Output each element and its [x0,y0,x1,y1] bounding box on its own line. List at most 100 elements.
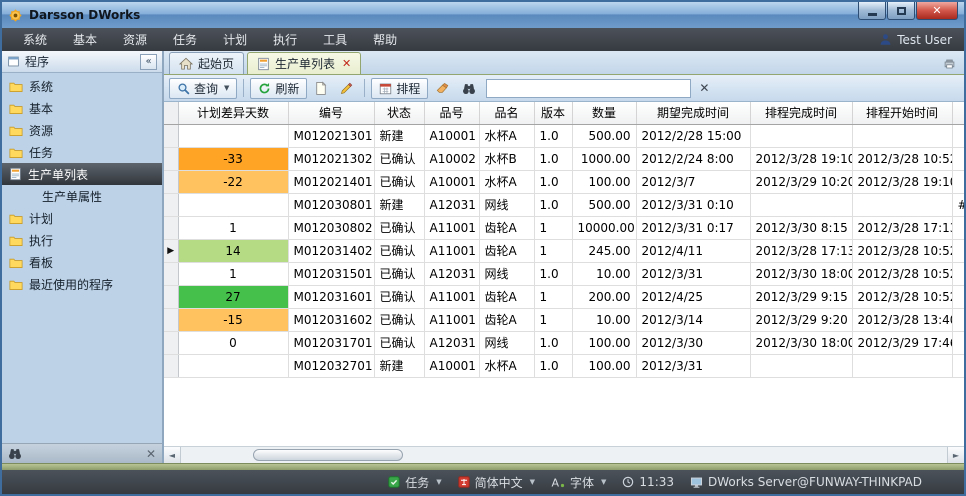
table-row[interactable]: ▶14M012031402已确认A11001齿轮A1245.002012/4/1… [164,239,964,262]
tab-inactive[interactable]: 起始页 [169,52,244,74]
cell-due-time: 2012/4/11 [636,239,750,262]
status-server: DWorks Server@FUNWAY-THINKPAD [690,475,922,489]
panel-pin-icon[interactable] [940,58,959,70]
sidebar-item[interactable]: 执行 [2,229,162,251]
row-selector-cell[interactable] [164,170,178,193]
row-selector-cell[interactable] [164,262,178,285]
eraser-button[interactable] [431,78,454,99]
filter-input[interactable] [486,79,691,98]
sidebar-item[interactable]: 基本 [2,97,162,119]
row-selector-cell[interactable] [164,124,178,147]
cell-qty: 100.00 [572,331,636,354]
menu-item[interactable]: 执行 [260,31,310,48]
menu-bar-items: 系统基本资源任务计划执行工具帮助 [10,28,410,51]
sidebar-clear-icon[interactable]: ✕ [146,447,156,461]
col-header-item-no[interactable]: 品号 [424,102,479,124]
scrollbar-track[interactable] [181,447,947,463]
refresh-icon [258,82,271,95]
table-header-row: 计划差异天数编号状态品号品名版本数量期望完成时间排程完成时间排程开始时间 [164,102,964,124]
sidebar-items: 系统基本资源任务生产单列表生产单属性计划执行看板最近使用的程序 [2,73,162,443]
cell-order-no: M012021301 [288,124,374,147]
cell-sched-end-time: 2012/3/28 19:10 [750,147,852,170]
table-area: 计划差异天数编号状态品号品名版本数量期望完成时间排程完成时间排程开始时间M012… [164,102,964,446]
clear-filter-button[interactable]: ✕ [694,79,714,98]
sidebar-item[interactable]: 系统 [2,75,162,97]
col-header-due-time[interactable]: 期望完成时间 [636,102,750,124]
tab-active[interactable]: 生产单列表✕ [247,52,361,74]
col-header-order-no[interactable]: 编号 [288,102,374,124]
col-header-version[interactable]: 版本 [534,102,572,124]
table-row[interactable]: 1M012030802已确认A11001齿轮A110000.002012/3/3… [164,216,964,239]
menu-item[interactable]: 帮助 [360,31,410,48]
collapse-sidebar-button[interactable]: « [140,54,157,70]
table-row[interactable]: 0M012031701已确认A12031网线1.0100.002012/3/30… [164,331,964,354]
status-language-menu[interactable]: 简体中文 ▼ [458,474,535,491]
col-header-item-name[interactable]: 品名 [479,102,534,124]
sidebar-item[interactable]: 资源 [2,119,162,141]
col-header-qty[interactable]: 数量 [572,102,636,124]
cell-item-no: A11001 [424,216,479,239]
scroll-right-button[interactable]: ► [947,447,964,463]
query-button[interactable]: 查询 ▼ [169,78,237,99]
table-row[interactable]: M012030801新建A12031网线1.0500.002012/3/31 0… [164,193,964,216]
folder-icon [9,278,23,291]
status-font-menu[interactable]: A 字体 ▼ [551,474,606,491]
close-icon: ✕ [932,4,941,17]
status-task-menu[interactable]: 任务 ▼ [388,474,441,491]
sidebar-find-icon[interactable] [8,447,22,460]
menu-item[interactable]: 资源 [110,31,160,48]
cell-sched-start-time: 2012/3/28 17:13 [852,216,952,239]
close-button[interactable]: ✕ [916,2,958,20]
cell-status: 新建 [374,193,424,216]
horizontal-scrollbar[interactable]: ◄ ► [164,446,964,463]
sidebar-item[interactable]: 计划 [2,207,162,229]
menu-item[interactable]: 系统 [10,31,60,48]
row-selector-cell[interactable] [164,285,178,308]
new-record-button[interactable] [310,78,332,99]
menu-item[interactable]: 工具 [310,31,360,48]
scroll-left-button[interactable]: ◄ [164,447,181,463]
edit-record-button[interactable] [335,78,358,99]
row-selector-cell[interactable] [164,193,178,216]
font-icon: A [551,476,565,488]
sidebar-item[interactable]: 任务 [2,141,162,163]
sidebar-item[interactable]: 最近使用的程序 [2,273,162,295]
sidebar-item[interactable]: 生产单属性 [2,185,162,207]
row-selector-cell[interactable] [164,354,178,377]
refresh-button[interactable]: 刷新 [250,78,307,99]
row-selector-cell[interactable]: ▶ [164,239,178,262]
cell-item-name: 水杯A [479,354,534,377]
row-selector-cell[interactable] [164,331,178,354]
table-row[interactable]: M012021301新建A10001水杯A1.0500.002012/2/28 … [164,124,964,147]
sidebar-item[interactable]: 生产单列表 [2,163,162,185]
col-header-sched-start-time[interactable]: 排程开始时间 [852,102,952,124]
cell-item-no: A10001 [424,354,479,377]
menu-item[interactable]: 计划 [210,31,260,48]
cell-sched-end-time [750,354,852,377]
table-row[interactable]: 1M012031501已确认A12031网线1.010.002012/3/312… [164,262,964,285]
minimize-button[interactable] [858,2,886,20]
find-button[interactable] [457,78,481,99]
table-row[interactable]: -33M012021302已确认A10002水杯B1.01000.002012/… [164,147,964,170]
user-menu[interactable]: Test User [879,33,956,47]
scrollbar-thumb[interactable] [253,449,403,461]
col-header-sched-end-time[interactable]: 排程完成时间 [750,102,852,124]
maximize-button[interactable] [887,2,915,20]
table-row[interactable]: -15M012031602已确认A11001齿轮A110.002012/3/14… [164,308,964,331]
menu-item[interactable]: 任务 [160,31,210,48]
col-header-diff[interactable]: 计划差异天数 [178,102,288,124]
cell-version: 1.0 [534,193,572,216]
row-selector-cell[interactable] [164,308,178,331]
table-row[interactable]: -22M012021401已确认A10001水杯A1.0100.002012/3… [164,170,964,193]
tab-close-icon[interactable]: ✕ [342,57,351,70]
sidebar-item[interactable]: 看板 [2,251,162,273]
table-row[interactable]: M012032701新建A10001水杯A1.0100.002012/3/31 [164,354,964,377]
cell-item-no: A12031 [424,193,479,216]
row-selector-cell[interactable] [164,216,178,239]
schedule-button[interactable]: 排程 [371,78,428,99]
col-header-status[interactable]: 状态 [374,102,424,124]
row-selector-cell[interactable] [164,147,178,170]
table-row[interactable]: 27M012031601已确认A11001齿轮A1200.002012/4/25… [164,285,964,308]
toolbar-separator [243,79,244,97]
menu-item[interactable]: 基本 [60,31,110,48]
